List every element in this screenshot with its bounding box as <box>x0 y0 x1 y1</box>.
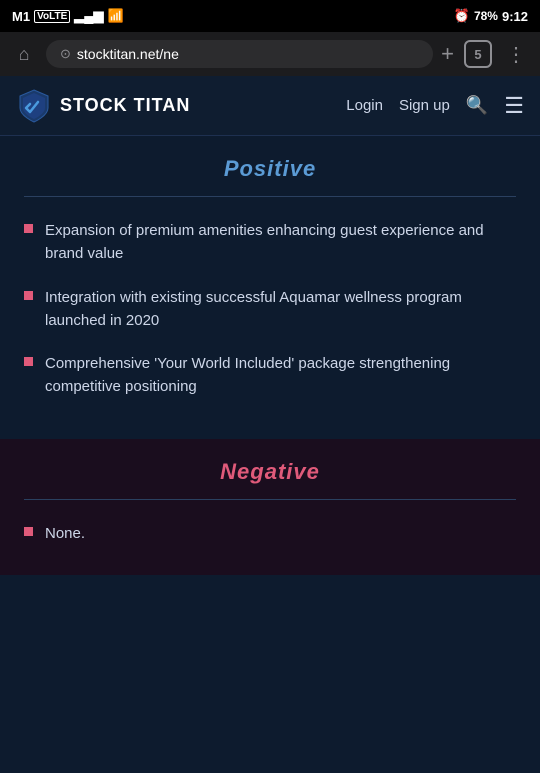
positive-section-title: Positive <box>24 156 516 182</box>
bullet-icon <box>24 357 33 366</box>
add-tab-button[interactable]: + <box>441 41 454 67</box>
negative-bullet-list: None. <box>24 522 516 545</box>
logo-text: STOCK TITAN <box>60 95 190 116</box>
time-display: 9:12 <box>502 9 528 24</box>
carrier-label: M1 <box>12 9 30 24</box>
url-text: stocktitan.net/ne <box>77 46 179 62</box>
add-tab-icon: + <box>441 41 454 66</box>
search-icon[interactable]: 🔍 <box>466 95 488 116</box>
battery-percent: 78 <box>474 9 487 23</box>
browser-chrome: ⌂ ⊙ stocktitan.net/ne + 5 ⋮ <box>0 32 540 76</box>
battery-indicator: 78% <box>474 9 498 23</box>
browser-url-bar[interactable]: ⊙ stocktitan.net/ne <box>46 40 433 68</box>
hamburger-menu-icon[interactable]: ☰ <box>504 93 524 119</box>
negative-section-title: Negative <box>24 459 516 485</box>
positive-section: Positive Expansion of premium amenities … <box>0 136 540 439</box>
browser-actions: + 5 ⋮ <box>441 40 530 68</box>
home-icon: ⌂ <box>19 44 30 65</box>
list-item: Integration with existing successful Aqu… <box>24 286 516 333</box>
status-right: ⏰ 78% 9:12 <box>454 8 528 24</box>
positive-item-1-text: Expansion of premium amenities enhancing… <box>45 219 516 266</box>
bullet-icon <box>24 224 33 233</box>
negative-item-1-text: None. <box>45 522 85 545</box>
status-bar: M1 VoLTE ▂▄▆ 📶 ⏰ 78% 9:12 <box>0 0 540 32</box>
positive-divider <box>24 196 516 197</box>
tab-count-badge[interactable]: 5 <box>464 40 492 68</box>
positive-bullet-list: Expansion of premium amenities enhancing… <box>24 219 516 399</box>
status-left: M1 VoLTE ▂▄▆ 📶 <box>12 8 124 24</box>
positive-item-2-text: Integration with existing successful Aqu… <box>45 286 516 333</box>
volte-label: VoLTE <box>34 10 70 23</box>
negative-section: Negative None. <box>0 439 540 575</box>
browser-home-button[interactable]: ⌂ <box>10 40 38 68</box>
list-item: Comprehensive 'Your World Included' pack… <box>24 352 516 399</box>
url-security-icon: ⊙ <box>60 46 71 62</box>
nav-links: Login Sign up 🔍 ☰ <box>346 93 524 119</box>
more-icon: ⋮ <box>506 42 526 67</box>
site-logo[interactable]: STOCK TITAN <box>16 88 346 124</box>
login-link[interactable]: Login <box>346 97 383 114</box>
site-navigation: STOCK TITAN Login Sign up 🔍 ☰ <box>0 76 540 136</box>
signal-icon: ▂▄▆ <box>74 8 103 24</box>
positive-item-3-text: Comprehensive 'Your World Included' pack… <box>45 352 516 399</box>
list-item: None. <box>24 522 516 545</box>
bullet-icon <box>24 527 33 536</box>
signup-link[interactable]: Sign up <box>399 97 450 114</box>
logo-icon <box>16 88 52 124</box>
wifi-icon: 📶 <box>107 8 123 24</box>
main-content: Positive Expansion of premium amenities … <box>0 136 540 575</box>
tab-count-label: 5 <box>474 47 481 62</box>
browser-more-button[interactable]: ⋮ <box>502 40 530 68</box>
negative-divider <box>24 499 516 500</box>
bullet-icon <box>24 291 33 300</box>
alarm-icon: ⏰ <box>454 8 470 24</box>
list-item: Expansion of premium amenities enhancing… <box>24 219 516 266</box>
